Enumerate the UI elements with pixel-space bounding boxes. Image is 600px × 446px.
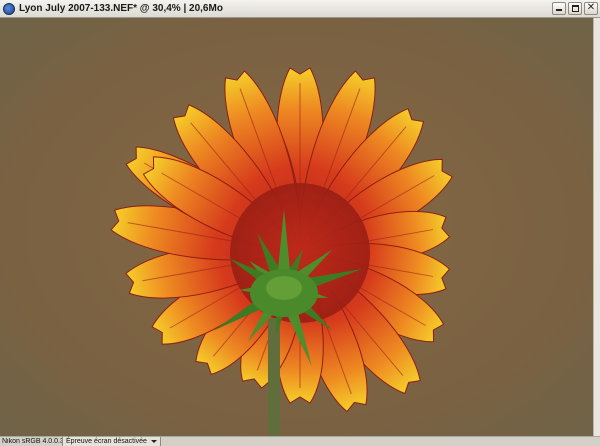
close-button[interactable]: ✕ (584, 2, 598, 15)
image-canvas[interactable] (0, 18, 593, 436)
close-icon: ✕ (586, 2, 596, 13)
flower-photo (0, 18, 593, 436)
soft-proof-dropdown[interactable]: Épreuve écran désactivée (62, 437, 161, 446)
soft-proof-label: Épreuve écran désactivée (66, 438, 147, 445)
window-title: Lyon July 2007-133.NEF* @ 30,4% | 20,6Mo (19, 3, 223, 14)
status-bar-fill (161, 437, 600, 446)
color-profile-label: Nikon sRGB 4.0.0.3001 (2, 438, 62, 445)
maximize-icon (572, 5, 579, 12)
app-icon[interactable] (3, 2, 15, 15)
window-controls: ✕ (552, 2, 598, 15)
maximize-button[interactable] (568, 2, 582, 15)
flower-stem (268, 318, 280, 436)
dropdown-arrow-icon (150, 440, 157, 443)
title-bar[interactable]: Lyon July 2007-133.NEF* @ 30,4% | 20,6Mo… (0, 0, 600, 18)
status-bar: Nikon sRGB 4.0.0.3001 Épreuve écran désa… (0, 436, 600, 446)
image-document-window: Lyon July 2007-133.NEF* @ 30,4% | 20,6Mo… (0, 0, 600, 446)
minimize-button[interactable] (552, 2, 566, 15)
minimize-icon (556, 9, 562, 11)
vertical-scrollbar[interactable] (593, 18, 600, 436)
